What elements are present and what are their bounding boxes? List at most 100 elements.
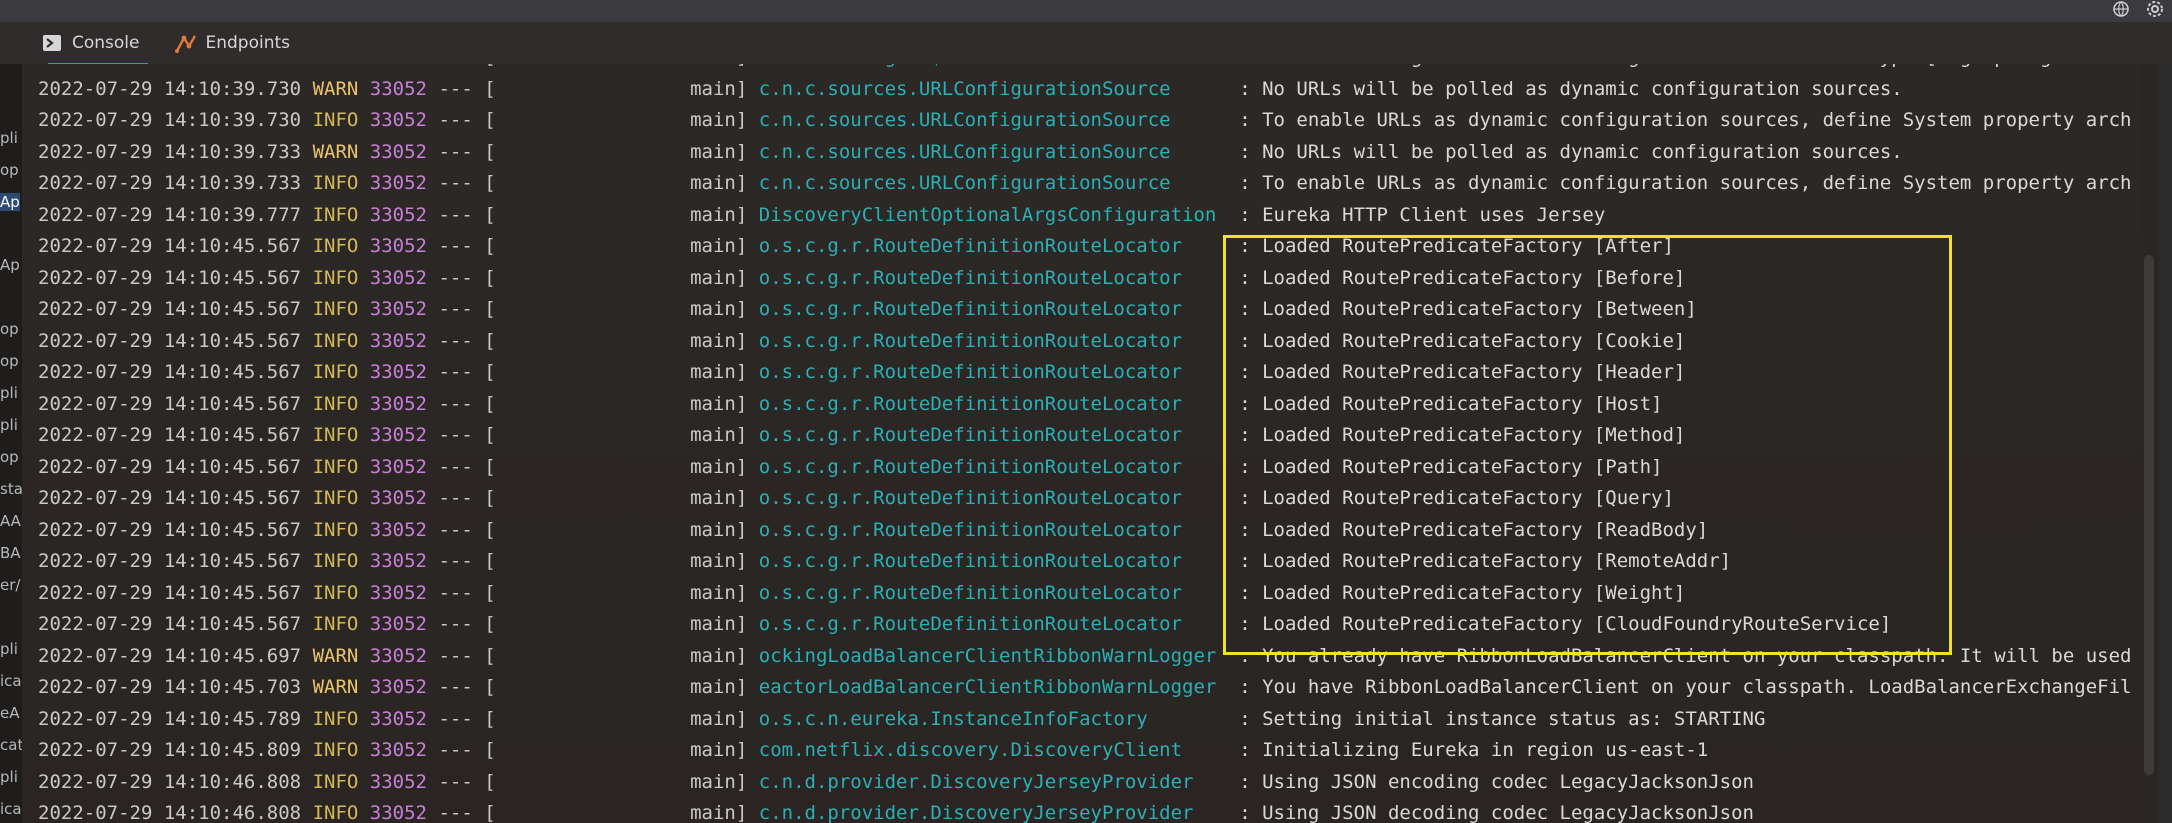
gutter-text: BA [0,544,21,562]
log-line: 2022-07-29 14:10:45.567 INFO 33052 --- [… [38,389,1662,421]
log-pid: 33052 [369,266,427,289]
log-pid: 33052 [369,644,427,667]
log-pid: 33052 [369,770,427,793]
log-pid: 33052 [369,550,427,572]
log-thread: [ main] [484,424,748,446]
left-project-panel-edge: pli op Ap Ap op op pli pli op sta AA BA … [0,64,22,823]
log-logger: o.s.c.g.r.RouteDefinitionRouteLocator [758,329,1228,352]
log-thread: [ main] [484,487,748,509]
log-level: INFO [312,550,359,572]
log-timestamp: 2022-07-29 14:10:45.567 [38,235,302,257]
log-pid: 33052 [369,235,427,257]
log-pid: 33052 [370,64,427,68]
log-level: WARN [312,140,359,163]
log-timestamp: 2022-07-29 14:10:39.730 [38,109,302,131]
gutter-text-selected: Ap [0,193,20,211]
tab-console[interactable]: Console [28,22,152,66]
log-level: INFO [312,298,359,320]
log-line: 2022-07-29 14:10:45.567 INFO 33052 --- [… [38,294,1697,326]
log-timestamp: 2022-07-29 14:10:45.567 [38,392,302,415]
log-logger: o.s.c.g.r.RouteDefinitionRouteLocator [758,266,1228,289]
console-icon [40,32,64,54]
vertical-scrollbar-thumb[interactable] [2144,255,2154,775]
log-message: : Using JSON encoding codec LegacyJackso… [1239,770,1754,793]
log-separator: --- [438,613,473,635]
log-thread: [ main] [484,266,748,289]
log-thread: [ main] [484,455,748,478]
log-logger: o.s.c.g.r.RouteDefinitionRouteLocator [758,487,1228,509]
log-thread: [ main] [484,581,748,604]
log-thread: [ main] [484,613,748,635]
log-line: 2022-07-29 14:10:45.567 INFO 33052 --- [… [38,452,1662,484]
log-message: : Setting initial instance status as: ST… [1239,707,1766,730]
log-line: 2022-07-29 14:10:45.697 WARN 33052 --- [… [38,641,2131,673]
log-thread: [ main] [484,770,748,793]
log-message: : Loaded RoutePredicateFactory [Path] [1239,455,1663,478]
log-logger: o.s.c.g.r.RouteDefinitionRouteLocator [758,392,1228,415]
log-pid: 33052 [369,739,427,761]
log-line: 2022-07-29 14:10:39.730 WARN 33052 --- [… [38,74,1903,106]
log-level: INFO [312,361,359,383]
log-timestamp: 2022-07-29 14:10:39.733 [38,172,302,194]
log-message: : Using JSON decoding codec LegacyJackso… [1239,802,1754,823]
log-line: 2022-07-29 14:10:45.567 INFO 33052 --- [… [38,263,1685,295]
log-timestamp: 2022-07-29 14:10:45.789 [38,707,302,730]
log-level: INFO [312,235,359,257]
log-pid: 33052 [369,707,427,730]
log-pid: 33052 [369,329,427,352]
log-pid: 33052 [369,172,427,194]
log-message: : Loaded RoutePredicateFactory [ReadBody… [1239,518,1709,541]
endpoints-icon [174,32,198,54]
gear-icon[interactable] [2146,0,2164,22]
log-timestamp: 2022-07-29 14:10:45.567 [38,455,302,478]
log-level: INFO [312,392,359,415]
tab-endpoints[interactable]: Endpoints [162,22,303,64]
log-pid: 33052 [369,140,427,163]
log-logger: DiscoveryClientOptionalArgsConfiguration [758,203,1228,226]
log-message: : Loaded RoutePredicateFactory [Query] [1239,487,1674,509]
console-output[interactable]: 2022-07-29 14:10:39.697 INFO 33052 --- [… [22,64,2142,823]
log-separator: --- [438,424,473,446]
globe-icon[interactable] [2112,0,2130,22]
gutter-text: op [0,352,19,370]
log-line: 2022-07-29 14:10:46.808 INFO 33052 --- [… [38,798,1754,823]
log-message: : To enable URLs as dynamic configuratio… [1239,109,2132,131]
gutter-text: pli [0,768,18,786]
log-line: 2022-07-29 14:10:45.809 INFO 33052 --- [… [38,735,1708,767]
log-separator: --- [438,518,473,541]
gutter-text: pli [0,129,18,147]
log-separator: --- [438,172,473,194]
log-line: 2022-07-29 14:10:45.567 INFO 33052 --- [… [38,231,1674,263]
gutter-text: sta [0,480,22,498]
log-timestamp: 2022-07-29 14:10:39.730 [38,77,302,100]
log-timestamp: 2022-07-29 14:10:45.809 [38,739,302,761]
log-timestamp: 2022-07-29 14:10:45.703 [38,676,302,698]
log-level: INFO [312,739,359,761]
log-thread: [ main] [484,298,748,320]
log-separator: --- [438,109,473,131]
log-thread: [ main] [484,550,748,572]
log-thread: [ main] [484,172,748,194]
log-message: : No URLs will be polled as dynamic conf… [1239,140,1903,163]
log-message: : Loaded RoutePredicateFactory [RemoteAd… [1239,550,1732,572]
top-title-bar [0,0,2172,22]
log-message: : Loaded RoutePredicateFactory [Cookie] [1239,329,1686,352]
log-line: 2022-07-29 14:10:45.567 INFO 33052 --- [… [38,483,1674,515]
log-thread: [ main] [484,739,748,761]
log-pid: 33052 [369,203,427,226]
log-separator: --- [438,550,473,572]
log-logger: c.n.d.provider.DiscoveryJerseyProvider [758,770,1228,793]
log-timestamp: 2022-07-29 14:10:45.567 [38,329,302,352]
log-logger: ockingLoadBalancerClientRibbonWarnLogger [758,644,1228,667]
log-separator: --- [438,77,473,100]
log-separator: --- [438,676,473,698]
gutter-text: pli [0,640,18,658]
log-separator: --- [438,770,473,793]
log-pid: 33052 [369,487,427,509]
log-message: : Loaded RoutePredicateFactory [Header] [1239,361,1686,383]
log-message: : Loaded RoutePredicateFactory [CloudFou… [1239,613,1892,635]
log-logger: c.n.d.provider.DiscoveryJerseyProvider [758,802,1228,823]
log-logger: o.s.c.g.r.RouteDefinitionRouteLocator [758,550,1228,572]
gutter-text: pli [0,416,18,434]
log-thread: [ main] [484,329,748,352]
